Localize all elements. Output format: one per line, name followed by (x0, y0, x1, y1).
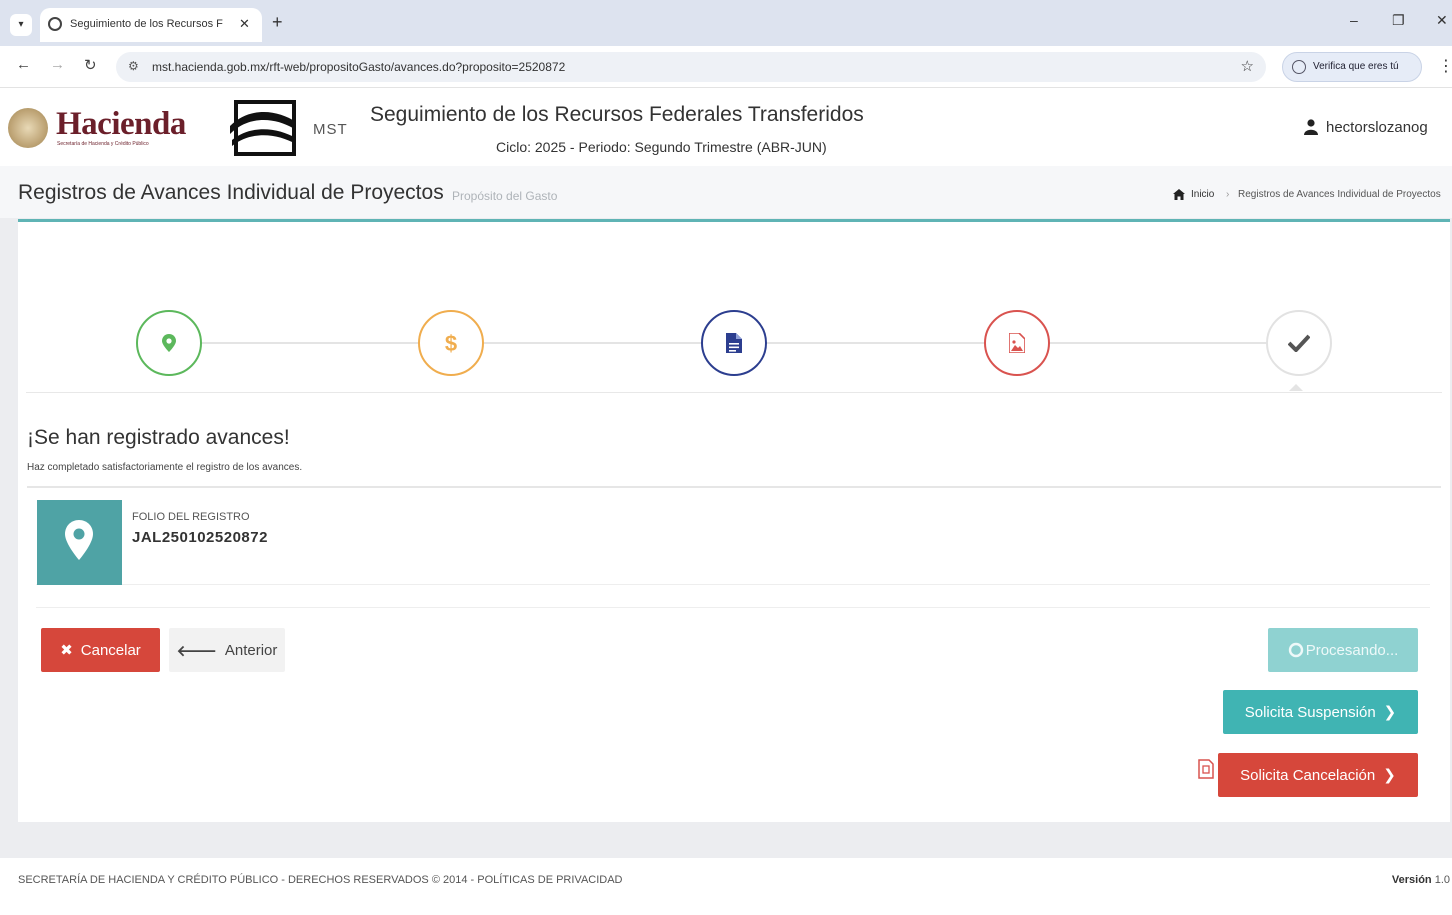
dollar-glyph: $ (445, 331, 457, 356)
minimize-icon[interactable]: – (1350, 12, 1358, 28)
breadcrumb-separator: › (1226, 189, 1230, 200)
close-tab-icon[interactable]: ✕ (239, 16, 250, 32)
breadcrumb-current: Registros de Avances Individual de Proye… (1238, 189, 1441, 200)
wizard-step-finish[interactable] (1266, 310, 1332, 376)
main-card: $ ¡Se han registrado avances! Haz comple… (18, 219, 1450, 822)
site-favicon-icon (48, 17, 62, 31)
chevron-right-icon: ❯ (1383, 767, 1396, 784)
folio-label: FOLIO DEL REGISTRO (132, 511, 250, 523)
map-marker-icon (162, 334, 176, 352)
folio-value: JAL250102520872 (132, 529, 268, 546)
close-window-icon[interactable]: ✕ (1436, 12, 1448, 29)
image-file-icon (1009, 333, 1025, 353)
address-bar-row: ← → ↻ ⚙ mst.hacienda.gob.mx/rft-web/prop… (0, 46, 1452, 88)
wizard-step-location[interactable] (136, 310, 202, 376)
version-info: Versión 1.0 (1392, 874, 1450, 886)
request-cancellation-button[interactable]: Solicita Cancelación ❯ (1218, 753, 1418, 797)
site-title: Seguimiento de los Recursos Federales Tr… (370, 103, 864, 126)
browser-menu-icon[interactable]: ⋮ (1438, 56, 1452, 76)
restore-icon[interactable]: ❐ (1392, 12, 1405, 29)
wizard-connector (767, 342, 984, 344)
wizard-step-images[interactable] (984, 310, 1050, 376)
wizard-connector (202, 342, 418, 344)
wizard-step-budget[interactable]: $ (418, 310, 484, 376)
section-divider (27, 486, 1441, 488)
processing-label: Procesando... (1305, 641, 1399, 659)
folio-panel: FOLIO DEL REGISTRO JAL250102520872 (36, 499, 1430, 585)
version-label: Versión (1391, 874, 1432, 886)
arrow-left-icon: 🡐 (176, 642, 217, 660)
user-menu[interactable]: hectorslozanog (1326, 119, 1428, 136)
reload-icon[interactable]: ↻ (84, 56, 97, 74)
folio-icon-box (37, 500, 122, 585)
back-icon[interactable]: ← (16, 56, 31, 73)
bookmark-star-icon[interactable]: ☆ (1241, 57, 1254, 75)
document-icon (726, 333, 742, 353)
processing-button[interactable]: Procesando... (1268, 628, 1418, 672)
forward-icon[interactable]: → (50, 56, 65, 73)
request-suspension-label: Solicita Suspensión (1244, 703, 1376, 721)
check-icon (1288, 334, 1310, 352)
wizard-connector (1050, 342, 1266, 344)
verify-label: Verifica que eres tú (1313, 61, 1399, 72)
user-icon (1304, 119, 1318, 135)
spinner-icon (1288, 642, 1303, 658)
url-text: mst.hacienda.gob.mx/rft-web/propositoGas… (152, 60, 566, 74)
version-value: 1.0 (1434, 874, 1450, 886)
cancel-label: Cancelar (80, 641, 141, 659)
url-field[interactable]: ⚙ mst.hacienda.gob.mx/rft-web/propositoG… (116, 52, 1266, 82)
browser-tab[interactable]: Seguimiento de los Recursos F ✕ (40, 8, 262, 42)
request-suspension-button[interactable]: Solicita Suspensión ❯ (1223, 690, 1418, 734)
active-step-indicator (1289, 384, 1303, 391)
dollar-icon: $ (445, 331, 457, 356)
previous-button[interactable]: 🡐 Anterior (169, 628, 285, 672)
breadcrumb-home[interactable]: Inicio (1191, 189, 1214, 200)
footer-text: SECRETARÍA DE HACIENDA Y CRÉDITO PÚBLICO… (18, 874, 623, 886)
page-title: Registros de Avances Individual de Proye… (18, 181, 444, 204)
wizard-divider (26, 392, 1442, 393)
wizard-connector (484, 342, 701, 344)
verify-button[interactable]: Verifica que eres tú (1282, 52, 1422, 82)
national-seal-icon (8, 108, 48, 148)
home-icon (1173, 189, 1185, 200)
site-header: Hacienda Secretaría de Hacienda y Crédit… (0, 88, 1452, 166)
page-subtitle: Propósito del Gasto (452, 189, 558, 203)
request-cancellation-label: Solicita Cancelación (1240, 766, 1376, 784)
cancel-button[interactable]: ✖ Cancelar (41, 628, 160, 672)
verify-icon (1292, 60, 1306, 74)
previous-label: Anterior (224, 641, 278, 659)
tab-title: Seguimiento de los Recursos F (70, 18, 223, 30)
footer: SECRETARÍA DE HACIENDA Y CRÉDITO PÚBLICO… (0, 858, 1452, 915)
brand-logo-text[interactable]: Hacienda (56, 106, 186, 143)
mst-label: MST (313, 121, 348, 138)
new-tab-icon[interactable]: + (272, 12, 283, 33)
section-divider (36, 607, 1430, 608)
wizard-step-document[interactable] (701, 310, 767, 376)
browser-tab-bar: ▾ Seguimiento de los Recursos F ✕ + – ❐ … (0, 0, 1452, 46)
cycle-period: Ciclo: 2025 - Periodo: Segundo Trimestre… (496, 139, 827, 155)
tab-list-dropdown-icon[interactable]: ▾ (10, 14, 32, 36)
close-icon: ✖ (60, 642, 73, 659)
map-marker-icon (65, 520, 93, 560)
site-settings-icon[interactable]: ⚙ (128, 59, 139, 73)
chevron-right-icon: ❯ (1383, 704, 1397, 721)
brand-subtitle: Secretaría de Hacienda y Crédito Público (57, 141, 149, 147)
success-description: Haz completado satisfactoriamente el reg… (27, 462, 303, 473)
mst-logo-icon (230, 100, 296, 156)
success-title: ¡Se han registrado avances! (27, 426, 290, 449)
pdf-file-icon[interactable] (1196, 759, 1216, 779)
